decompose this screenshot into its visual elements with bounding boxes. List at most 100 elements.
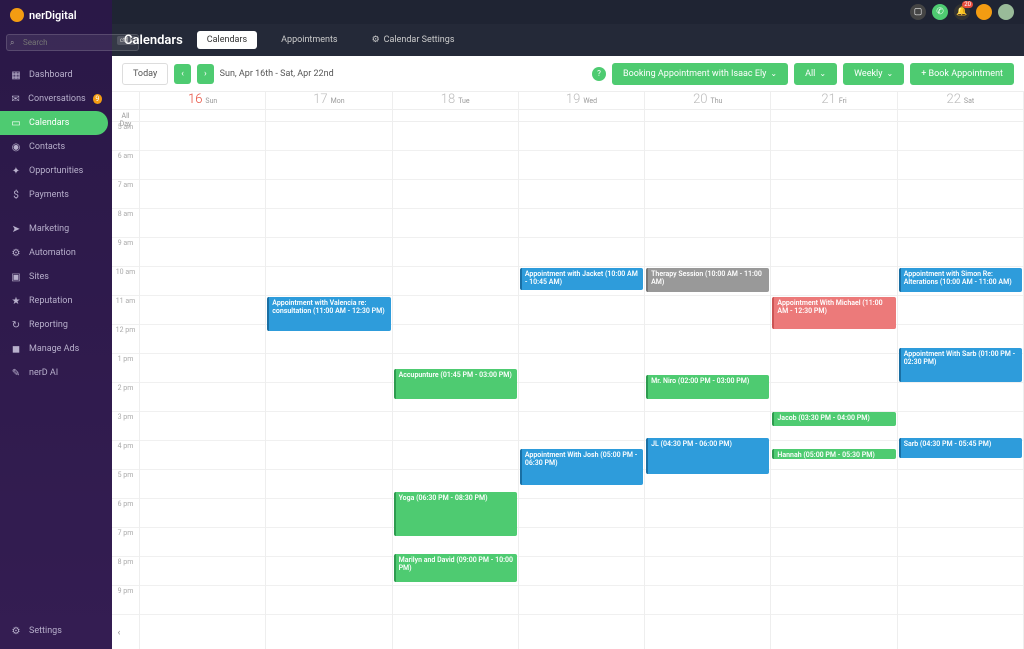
notifications-icon[interactable]: 🔔20 — [954, 4, 970, 20]
nav-label: Sites — [29, 272, 49, 282]
day-number: 18 — [441, 92, 455, 107]
time-label: 6 am — [112, 151, 139, 180]
calendar-event[interactable]: Appointment with Simon Re: Alterations (… — [899, 268, 1022, 292]
calendar-event[interactable]: Sarb (04:30 PM - 05:45 PM) — [899, 438, 1022, 458]
nav-icon: ◉ — [10, 141, 22, 153]
day-body[interactable]: Accupunture (01:45 PM - 03:00 PM) Yoga (0… — [393, 122, 518, 615]
calendar-toolbar: Today ‹ › Sun, Apr 16th - Sat, Apr 22nd … — [112, 56, 1024, 92]
book-appointment-button[interactable]: + Book Appointment — [910, 63, 1014, 85]
time-label: 5 pm — [112, 470, 139, 499]
nav-label: Payments — [29, 190, 69, 200]
day-header: 19Wed — [519, 92, 644, 110]
sidebar-item-calendars[interactable]: ▭Calendars — [0, 111, 108, 135]
gear-icon: ⚙ — [10, 625, 22, 637]
day-body[interactable]: Appointment with Simon Re: Alterations (… — [898, 122, 1023, 615]
day-body[interactable] — [140, 122, 265, 615]
sidebar-item-payments[interactable]: $Payments — [0, 183, 112, 207]
brand-name: nerDigital — [29, 9, 77, 22]
calendar-event[interactable]: JL (04:30 PM - 06:00 PM) — [646, 438, 769, 474]
nav-icon: ★ — [10, 295, 22, 307]
time-label: 7 pm — [112, 528, 139, 557]
search-row: ⌕ ctrl k ⚡ — [0, 30, 112, 55]
subheader: Calendars Calendars Appointments ⚙ Calen… — [112, 24, 1024, 56]
filter-select[interactable]: All⌄ — [794, 63, 837, 85]
calendar-event[interactable]: Appointment with Valencia re: consultati… — [267, 297, 390, 331]
tab-calendars[interactable]: Calendars — [197, 31, 257, 49]
calendar-event[interactable]: Marilyn and David (09:00 PM - 10:00 PM) — [394, 554, 517, 582]
brand-icon — [10, 8, 24, 22]
view-select[interactable]: Weekly⌄ — [843, 63, 904, 85]
tab-appointments[interactable]: Appointments — [271, 31, 347, 49]
sidebar-item-opportunities[interactable]: ✦Opportunities — [0, 159, 112, 183]
phone-icon[interactable]: ✆ — [932, 4, 948, 20]
day-number: 17 — [313, 92, 327, 107]
day-body[interactable]: Appointment with Valencia re: consultati… — [266, 122, 391, 615]
day-header: 20Thu — [645, 92, 770, 110]
today-button[interactable]: Today — [122, 63, 168, 85]
time-label: 7 am — [112, 180, 139, 209]
allday-label: All Day — [112, 110, 139, 122]
notification-badge: 20 — [962, 1, 973, 8]
sidebar-item-dashboard[interactable]: ▦Dashboard — [0, 63, 112, 87]
time-label: 2 pm — [112, 383, 139, 412]
chevron-down-icon: ⌄ — [770, 69, 777, 78]
calendar-event[interactable]: Appointment With Josh (05:00 PM - 06:30 … — [520, 449, 643, 485]
calendar-event[interactable]: Mr. Niro (02:00 PM - 03:00 PM) — [646, 375, 769, 399]
booking-calendar-select[interactable]: Booking Appointment with Isaac Ely⌄ — [612, 63, 788, 85]
calendar-event[interactable]: Appointment with Jacket (10:00 AM - 10:4… — [520, 268, 643, 290]
sidebar-item-reporting[interactable]: ↻Reporting — [0, 313, 112, 337]
day-body[interactable]: Appointment with Jacket (10:00 AM - 10:4… — [519, 122, 644, 615]
nav-icon: ▣ — [10, 271, 22, 283]
calendar-container: Today ‹ › Sun, Apr 16th - Sat, Apr 22nd … — [112, 56, 1024, 649]
sidebar-settings[interactable]: ⚙ Settings — [0, 619, 112, 643]
messages-icon[interactable]: ▢ — [910, 4, 926, 20]
sidebar-item-reputation[interactable]: ★ Reputation — [0, 289, 112, 313]
day-column: 17Mon Appointment with Valencia re: consu… — [266, 92, 392, 649]
day-name: Tue — [458, 97, 469, 105]
logo[interactable]: nerDigital — [0, 0, 112, 30]
calendar-event[interactable]: Jacob (03:30 PM - 04:00 PM) — [772, 412, 895, 426]
sidebar-item-automation[interactable]: ⚙Automation — [0, 241, 112, 265]
next-button[interactable]: › — [197, 64, 214, 84]
day-body[interactable]: Appointment With Michael (11:00 AM - 12:… — [771, 122, 896, 615]
day-number: 19 — [566, 92, 580, 107]
day-name: Fri — [839, 97, 847, 105]
calendar-event[interactable]: Hannah (05:00 PM - 05:30 PM) — [772, 449, 895, 459]
day-column: 18Tue Accupunture (01:45 PM - 03:00 PM) Yo… — [393, 92, 519, 649]
day-header: 17Mon — [266, 92, 391, 110]
sidebar-item-manage-ads[interactable]: ◼ Manage Ads — [0, 337, 112, 361]
calendar-event[interactable]: Therapy Session (10:00 AM - 11:00 AM) — [646, 268, 769, 292]
calendar-event[interactable]: Appointment With Michael (11:00 AM - 12:… — [772, 297, 895, 329]
avatar-1[interactable] — [976, 4, 992, 20]
nav-label: Reputation — [29, 296, 72, 306]
sidebar-item-contacts[interactable]: ◉Contacts — [0, 135, 112, 159]
day-body[interactable]: Therapy Session (10:00 AM - 11:00 AM) Mr.… — [645, 122, 770, 615]
calendar-event[interactable]: Accupunture (01:45 PM - 03:00 PM) — [394, 369, 517, 399]
day-number: 16 — [188, 92, 202, 107]
day-number: 20 — [693, 92, 707, 107]
sidebar-item-sites[interactable]: ▣ Sites — [0, 265, 112, 289]
nav-label: Reporting — [29, 320, 68, 330]
nav-label: Manage Ads — [29, 344, 79, 354]
day-header: 22Sat — [898, 92, 1023, 110]
avatar-2[interactable] — [998, 4, 1014, 20]
tab-calendar-settings[interactable]: ⚙ Calendar Settings — [362, 31, 465, 49]
calendar-event[interactable]: Appointment With Sarb (01:00 PM - 02:30 … — [899, 348, 1022, 382]
nav-icon: ✎ — [10, 367, 22, 379]
help-icon[interactable]: ? — [592, 67, 606, 81]
time-label: 4 pm — [112, 441, 139, 470]
sidebar-item-conversations[interactable]: ✉Conversations9 — [0, 87, 112, 111]
nav-icon: ◼ — [10, 343, 22, 355]
main: ▢ ✆ 🔔20 Calendars Calendars Appointments… — [112, 0, 1024, 649]
sidebar-item-marketing[interactable]: ➤Marketing — [0, 217, 112, 241]
time-label: 10 am — [112, 267, 139, 296]
nav-icon: ➤ — [10, 223, 22, 235]
sidebar-item-nerd-ai[interactable]: ✎nerD AI — [0, 361, 112, 385]
prev-button[interactable]: ‹ — [174, 64, 191, 84]
sidebar-collapse-button[interactable]: ‹ — [112, 625, 126, 641]
day-name: Sat — [964, 97, 974, 105]
nav-icon: ▭ — [10, 117, 22, 129]
time-label: 1 pm — [112, 354, 139, 383]
time-label: 9 pm — [112, 586, 139, 615]
calendar-event[interactable]: Yoga (06:30 PM - 08:30 PM) — [394, 492, 517, 536]
